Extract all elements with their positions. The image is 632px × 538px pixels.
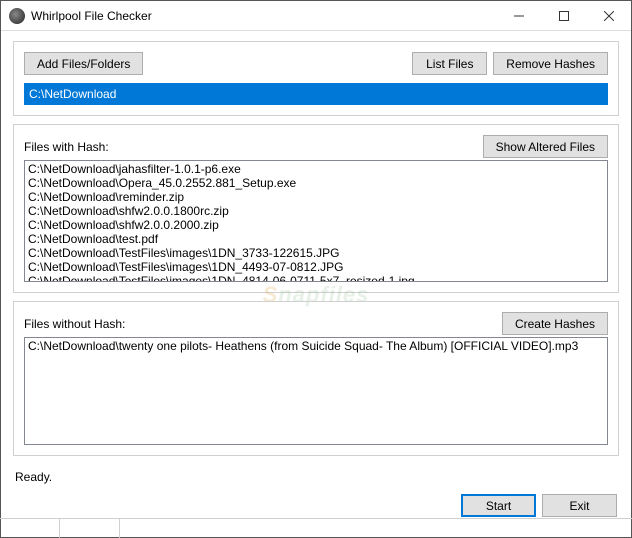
show-altered-files-button[interactable]: Show Altered Files — [483, 135, 608, 158]
start-button[interactable]: Start — [461, 494, 536, 517]
window-title: Whirlpool File Checker — [31, 9, 496, 23]
exit-button[interactable]: Exit — [542, 494, 617, 517]
create-hashes-button[interactable]: Create Hashes — [502, 312, 608, 335]
footer: Start Exit — [13, 494, 619, 517]
list-item[interactable]: C:\NetDownload\jahasfilter-1.0.1-p6.exe — [28, 162, 604, 176]
hash-group: Files with Hash: Show Altered Files C:\N… — [13, 124, 619, 293]
status-text: Ready. — [13, 464, 619, 494]
files-without-hash-label: Files without Hash: — [24, 317, 502, 331]
list-item[interactable]: C:\NetDownload\TestFiles\images\1DN_4814… — [28, 274, 604, 282]
list-item[interactable]: C:\NetDownload\test.pdf — [28, 232, 604, 246]
list-files-button[interactable]: List Files — [412, 52, 487, 75]
statusbar-cell — [60, 519, 120, 538]
statusbar-cell — [0, 519, 60, 538]
app-icon — [9, 8, 25, 24]
list-item[interactable]: C:\NetDownload\shfw2.0.0.1800rc.zip — [28, 204, 604, 218]
list-item[interactable]: C:\NetDownload\TestFiles\images\1DN_4493… — [28, 260, 604, 274]
minimize-icon — [514, 11, 524, 21]
files-with-hash-list[interactable]: C:\NetDownload\jahasfilter-1.0.1-p6.exe … — [24, 160, 608, 282]
content-area: Add Files/Folders List Files Remove Hash… — [1, 31, 631, 525]
toolbar: Add Files/Folders List Files Remove Hash… — [24, 52, 608, 75]
close-button[interactable] — [586, 1, 631, 30]
close-icon — [604, 11, 614, 21]
files-without-hash-list[interactable]: C:\NetDownload\twenty one pilots- Heathe… — [24, 337, 608, 445]
add-files-button[interactable]: Add Files/Folders — [24, 52, 143, 75]
path-input[interactable] — [24, 83, 608, 105]
nohash-group: Files without Hash: Create Hashes C:\Net… — [13, 301, 619, 456]
list-item[interactable]: C:\NetDownload\Opera_45.0.2552.881_Setup… — [28, 176, 604, 190]
files-with-hash-label: Files with Hash: — [24, 140, 483, 154]
maximize-icon — [559, 11, 569, 21]
titlebar: Whirlpool File Checker — [1, 1, 631, 31]
top-group: Add Files/Folders List Files Remove Hash… — [13, 41, 619, 116]
list-item[interactable]: C:\NetDownload\shfw2.0.0.2000.zip — [28, 218, 604, 232]
statusbar — [0, 518, 632, 538]
remove-hashes-button[interactable]: Remove Hashes — [493, 52, 608, 75]
window-controls — [496, 1, 631, 30]
minimize-button[interactable] — [496, 1, 541, 30]
list-item[interactable]: C:\NetDownload\twenty one pilots- Heathe… — [28, 339, 604, 353]
maximize-button[interactable] — [541, 1, 586, 30]
list-item[interactable]: C:\NetDownload\reminder.zip — [28, 190, 604, 204]
list-item[interactable]: C:\NetDownload\TestFiles\images\1DN_3733… — [28, 246, 604, 260]
